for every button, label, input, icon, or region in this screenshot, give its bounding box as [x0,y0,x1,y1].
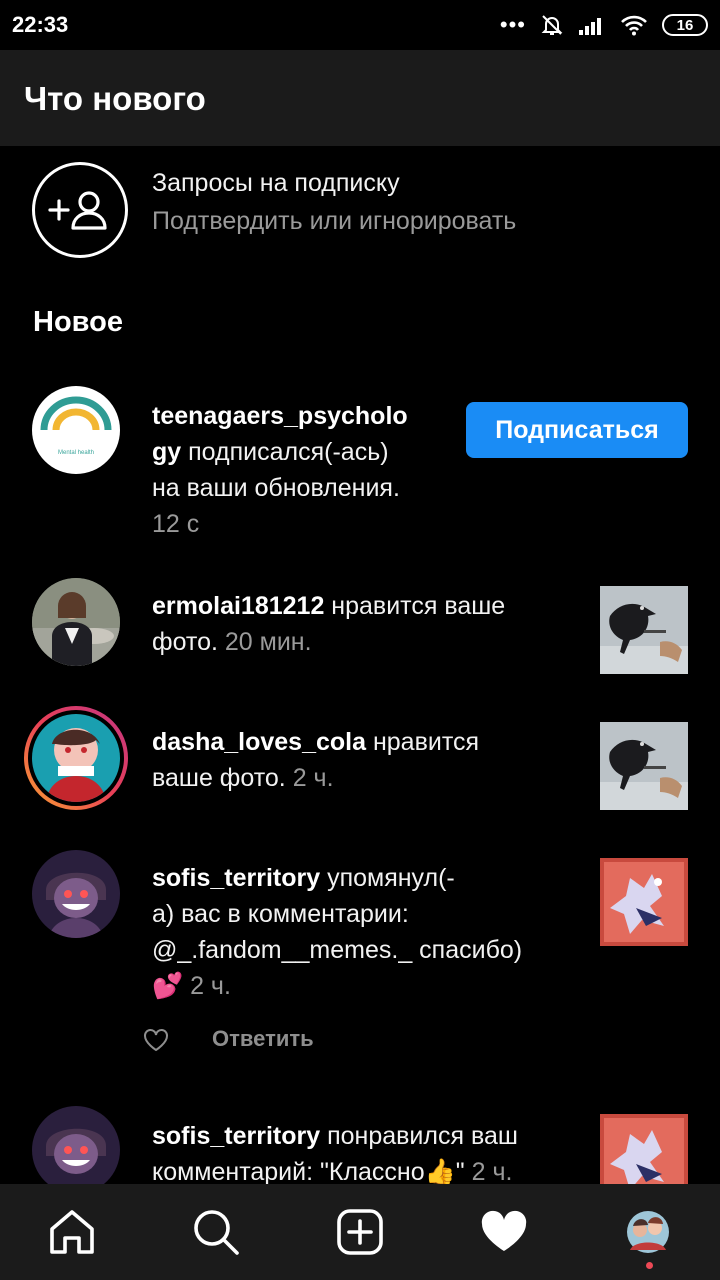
username-link[interactable]: sofis_territory [152,1122,320,1150]
requests-subtitle: Подтвердить или игнорировать [152,207,517,235]
avatar[interactable] [32,578,120,666]
avatar-story-ring[interactable] [24,706,128,810]
notification-text: ermolai181212 нравится ваше фото. 20 мин… [152,588,572,660]
action-text-cont: на ваши обновления. [152,474,400,502]
reply-button[interactable]: Ответить [212,1026,314,1052]
battery-level: 16 [676,16,694,34]
app-header: Что нового [0,50,720,146]
avatar[interactable]: Mental health [32,386,120,474]
search-icon[interactable] [190,1206,242,1258]
action-text: нравится ваше [324,592,506,620]
like-comment-icon[interactable] [142,1026,170,1054]
action-text: понравился ваш [320,1122,518,1150]
action-text-cont: фото. [152,628,225,656]
mute-bell-icon [541,15,563,35]
notification-text: sofis_territory упомянул(- а) вас в комм… [152,860,582,1004]
timestamp: 2 ч. [183,972,231,1000]
timestamp: 2 ч. [471,1158,513,1186]
status-bar: 22:33 ••• 16 [0,0,720,50]
section-label-new: Новое [33,306,123,338]
username-link[interactable]: sofis_territory [152,864,320,892]
avatar[interactable] [32,850,120,938]
action-text-end: " [455,1158,472,1186]
post-thumbnail[interactable] [600,858,688,946]
notification-text: dasha_loves_cola нравится ваше фото. 2 ч… [152,724,572,796]
action-text-cont: а) вас в комментарии: [152,900,409,928]
notification-text: teenagaers_psycholo gy подписался(-ась) … [152,398,442,542]
comment-text: @_.fandom__memes._ спасибо) [152,936,523,964]
avatar-caption: Mental health [58,450,94,456]
action-text: упомянул(- [320,864,455,892]
timestamp: 12 с [152,510,200,538]
action-text: нравится [366,728,480,756]
emoji: 💕 [152,972,184,1000]
battery-icon: 16 [662,14,708,36]
username-link-cont[interactable]: gy [152,438,181,466]
action-text: подписался(-ась) [181,438,389,466]
post-thumbnail[interactable] [600,722,688,810]
notification-dot [646,1262,653,1269]
profile-avatar[interactable] [622,1206,674,1258]
wifi-icon [621,15,647,36]
add-person-icon [32,162,128,258]
more-dots-icon: ••• [499,12,526,37]
new-post-icon[interactable] [334,1206,386,1258]
username-link[interactable]: ermolai181212 [152,592,324,620]
page-title: Что нового [24,80,206,117]
username-link[interactable]: dasha_loves_cola [152,728,366,756]
username-link[interactable]: teenagaers_psycholo [152,402,408,430]
status-time: 22:33 [12,12,69,37]
bottom-navigation [0,1184,720,1280]
home-icon[interactable] [46,1206,98,1258]
avatar[interactable] [32,1106,120,1194]
status-icons: ••• 16 [500,10,708,40]
timestamp: 20 мин. [224,628,312,656]
signal-icon [579,18,601,35]
timestamp: 2 ч. [292,764,334,792]
follow-button[interactable]: Подписаться [466,402,688,458]
notification-text: sofis_territory понравился ваш комментар… [152,1118,592,1190]
emoji: 👍 [424,1158,456,1186]
post-thumbnail[interactable] [600,586,688,674]
activity-heart-icon[interactable] [478,1206,530,1258]
action-text-cont: комментарий: "Классно [152,1158,425,1186]
action-text-cont: ваше фото. [152,764,293,792]
requests-title: Запросы на подписку [152,169,400,197]
